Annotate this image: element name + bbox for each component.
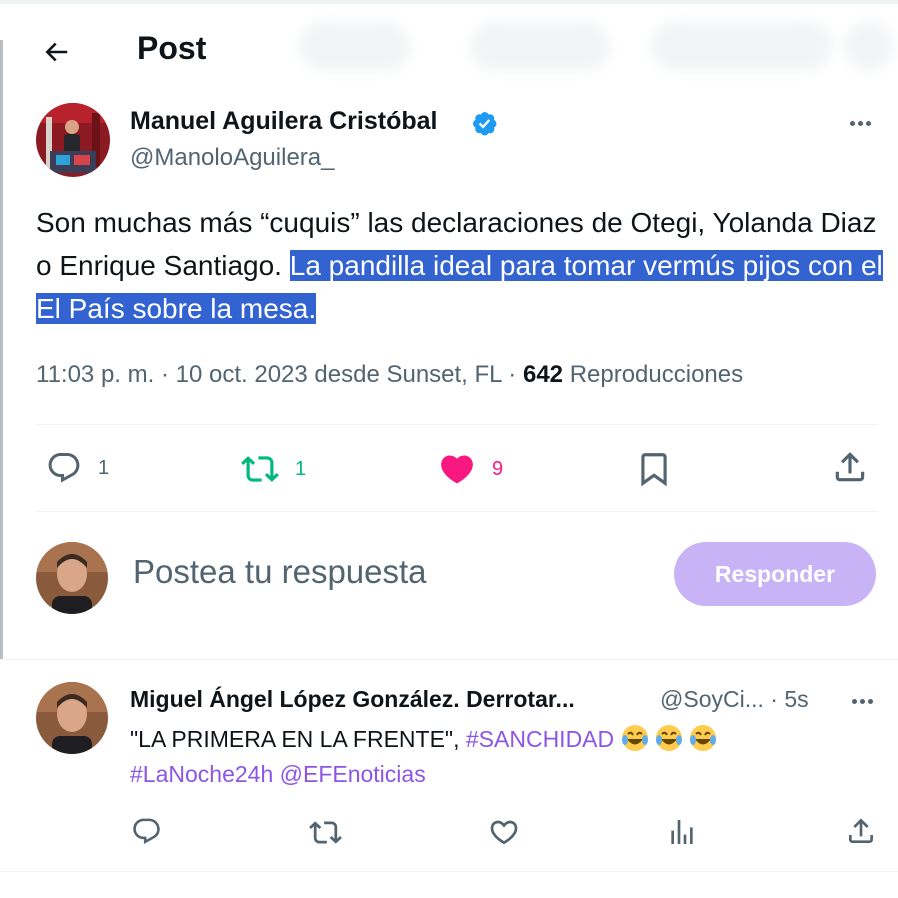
repost-icon (309, 821, 342, 844)
repost-icon (241, 456, 279, 482)
reply-reply-button[interactable] (131, 816, 162, 847)
reply-like-button[interactable] (488, 816, 520, 848)
like-action-button[interactable]: 9 (438, 450, 503, 488)
composer-avatar[interactable] (36, 542, 108, 614)
more-options-button[interactable] (840, 108, 880, 138)
author-avatar[interactable] (36, 103, 110, 177)
laughing-emoji-icon (621, 725, 723, 752)
views-chart-icon (671, 820, 693, 844)
reply-icon (48, 453, 80, 483)
heart-filled-icon (441, 455, 473, 484)
avatar-image (36, 103, 110, 177)
reply-share-button[interactable] (845, 815, 877, 847)
page-title: Post (137, 30, 207, 66)
share-action-button[interactable] (831, 448, 869, 486)
divider (36, 424, 878, 425)
bookmark-action-button[interactable] (635, 450, 673, 488)
blurred-element (300, 22, 410, 70)
reply-submit-button[interactable]: Responder (674, 542, 876, 606)
reply-more-options-button[interactable] (842, 688, 882, 714)
scrollbar[interactable] (0, 40, 3, 660)
divider (0, 659, 898, 660)
reply-repost-button[interactable] (309, 816, 342, 849)
back-arrow-icon (45, 42, 68, 62)
bookmark-icon (641, 453, 667, 487)
blurred-element (652, 22, 832, 70)
heart-icon (490, 820, 518, 845)
reply-views-button[interactable] (666, 816, 698, 848)
divider (0, 871, 898, 872)
reply-time[interactable]: · 5s (770, 686, 808, 712)
post-date[interactable]: 10 oct. 2023 (176, 361, 308, 388)
post-meta: 11:03 p. m. · 10 oct. 2023 desde Sunset,… (36, 361, 744, 388)
reply-input[interactable]: Postea tu respuesta (133, 553, 427, 591)
post-text: Son muchas más “cuquis” las declaracione… (36, 201, 886, 330)
reply-icon (133, 818, 160, 845)
hashtag-link[interactable]: #SANCHIDAD (466, 726, 614, 752)
reply-quote: "LA PRIMERA EN LA FRENTE", (130, 726, 460, 752)
mention-link[interactable]: @EFEnoticias (280, 761, 426, 787)
reply-author-avatar[interactable] (36, 682, 108, 754)
author-name[interactable]: Manuel Aguilera Cristóbal (130, 107, 437, 136)
post-time[interactable]: 11:03 p. m. (36, 361, 154, 388)
reply-action-button[interactable]: 1 (46, 450, 109, 486)
reply-count: 1 (98, 456, 110, 479)
blurred-element (470, 22, 610, 70)
avatar-image (36, 542, 108, 614)
hashtag-link[interactable]: #LaNoche24h (130, 761, 273, 787)
share-icon (849, 818, 873, 843)
reply-author-handle: @SoyCi... · 5s (660, 686, 809, 713)
more-dots-icon (848, 120, 872, 126)
views-label: Reproducciones (569, 361, 744, 388)
post-header: Post (0, 0, 898, 100)
reply-text: "LA PRIMERA EN LA FRENTE", #SANCHIDAD #L… (130, 722, 850, 792)
post-source: desde Sunset, FL (314, 361, 502, 388)
more-dots-icon (850, 698, 874, 704)
reply-handle[interactable]: @SoyCi... (660, 686, 764, 712)
like-count: 9 (492, 457, 504, 480)
verified-badge-icon (471, 110, 501, 145)
repost-action-button[interactable]: 1 (241, 450, 306, 488)
share-icon (835, 452, 865, 482)
views-count: 642 (522, 361, 564, 388)
reply-author-name[interactable]: Miguel Ángel López González. Derrotar... (130, 686, 575, 713)
blurred-element (845, 22, 893, 70)
author-handle[interactable]: @ManoloAguilera_ (130, 144, 334, 172)
repost-count: 1 (295, 457, 307, 480)
back-button[interactable] (36, 32, 76, 72)
divider (36, 511, 878, 512)
avatar-image (36, 682, 108, 754)
